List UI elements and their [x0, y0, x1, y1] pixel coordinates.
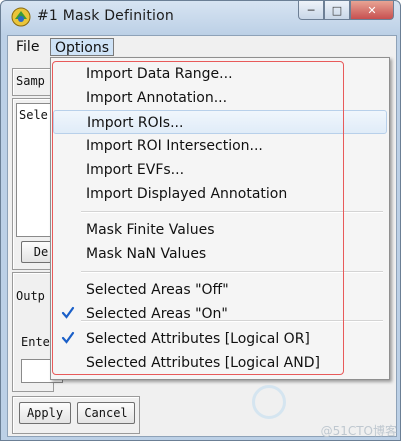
- menu-item-selected-attributes-or[interactable]: Selected Attributes [Logical OR]: [53, 327, 387, 351]
- menu-separator: [81, 320, 383, 322]
- window-title: #1 Mask Definition: [37, 8, 174, 24]
- menu-item-import-roi-intersection[interactable]: Import ROI Intersection...: [53, 134, 387, 158]
- output-frame: Outp Ente: [12, 272, 63, 392]
- menu-item-label: Import ROIs...: [87, 115, 184, 131]
- menu-item-mask-finite-values[interactable]: Mask Finite Values: [53, 218, 387, 242]
- checkmark-icon: [61, 331, 75, 344]
- menu-item-selected-areas-off[interactable]: Selected Areas "Off": [53, 278, 387, 302]
- menu-item-selected-attributes-and[interactable]: Selected Attributes [Logical AND]: [53, 351, 387, 375]
- menu-item-label: Import Displayed Annotation: [86, 186, 288, 202]
- options-dropdown-menu: Import Data Range... Import Annotation...…: [50, 57, 390, 380]
- watermark-text: @51CTO博客: [320, 424, 397, 438]
- menu-item-label: Selected Areas "Off": [86, 282, 229, 298]
- menu-item-label: Import EVFs...: [86, 162, 185, 178]
- action-frame: Apply Cancel: [12, 396, 140, 434]
- menu-item-import-evfs[interactable]: Import EVFs...: [53, 158, 387, 182]
- cancel-button[interactable]: Cancel: [77, 402, 135, 424]
- menu-item-label: Import Data Range...: [86, 66, 233, 82]
- menu-item-label: Import Annotation...: [86, 90, 228, 106]
- selection-frame: Sele De: [12, 98, 61, 270]
- sample-frame: Samp: [12, 68, 54, 96]
- menu-item-selected-areas-on[interactable]: Selected Areas "On": [53, 302, 387, 326]
- menu-item-label: Selected Attributes [Logical OR]: [86, 331, 310, 347]
- maximize-button[interactable]: □: [324, 1, 350, 20]
- menu-item-label: Selected Areas "On": [86, 306, 228, 322]
- menu-options[interactable]: Options: [50, 38, 115, 56]
- minimize-button[interactable]: ─: [298, 1, 324, 20]
- sele-label: Sele: [19, 108, 48, 122]
- menu-file[interactable]: File: [12, 38, 43, 56]
- checkmark-icon: [61, 306, 75, 319]
- menu-item-import-annotation[interactable]: Import Annotation...: [53, 86, 387, 110]
- envi-app-icon: [11, 7, 31, 27]
- apply-button[interactable]: Apply: [19, 402, 71, 424]
- menu-item-import-data-range[interactable]: Import Data Range...: [53, 62, 387, 86]
- menu-separator: [81, 211, 383, 213]
- menu-item-import-rois[interactable]: Import ROIs...: [53, 110, 387, 134]
- menu-item-label: Mask Finite Values: [86, 222, 215, 238]
- menu-bar: File Options: [8, 36, 396, 58]
- title-bar[interactable]: #1 Mask Definition ─ □ ✕: [1, 1, 400, 35]
- outp-label: Outp: [16, 289, 45, 303]
- close-button[interactable]: ✕: [350, 1, 394, 20]
- menu-item-mask-nan-values[interactable]: Mask NaN Values: [53, 242, 387, 266]
- menu-item-label: Selected Attributes [Logical AND]: [86, 355, 320, 371]
- menu-item-import-displayed-annotation[interactable]: Import Displayed Annotation: [53, 182, 387, 206]
- enter-label: Ente: [21, 335, 50, 349]
- menu-item-label: Import ROI Intersection...: [86, 138, 263, 154]
- menu-separator: [81, 271, 383, 273]
- samp-label: Samp: [16, 74, 45, 88]
- watermark-logo: [252, 385, 286, 419]
- menu-item-label: Mask NaN Values: [86, 246, 207, 262]
